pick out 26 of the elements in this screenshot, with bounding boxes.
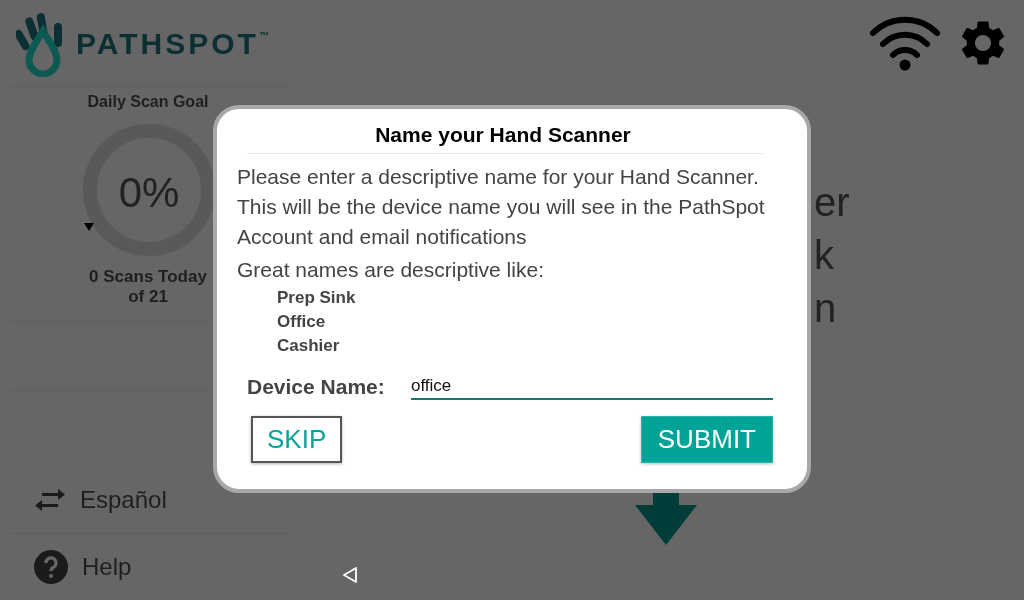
example-name: Office	[277, 311, 327, 333]
heading-fragment: k	[814, 232, 835, 279]
logo-wordmark: PATHSPOT	[76, 27, 259, 61]
examples-intro: Great names are descriptive like:	[237, 258, 545, 282]
swap-arrows-icon	[34, 489, 66, 511]
example-name: Prep Sink	[277, 287, 357, 309]
heading-fragment: n	[814, 285, 838, 332]
goal-percent: 0%	[117, 169, 181, 217]
skip-button[interactable]: SKIP	[251, 416, 343, 463]
menu-item[interactable]: Español	[0, 467, 290, 533]
submit-button[interactable]: SUBMIT	[640, 416, 773, 463]
down-arrow-icon	[635, 493, 697, 545]
trademark: ™	[258, 30, 269, 41]
field-label: Device Name:	[247, 375, 386, 399]
dialog-title: Name your Hand Scanner	[374, 123, 632, 147]
heading-fragment: er	[814, 179, 850, 226]
description: Please enter a descriptive name for your Hand Scanner. This will be the device name you will see in the PathSpot Account and email notifications	[237, 164, 766, 250]
back-icon[interactable]	[341, 566, 359, 584]
help-icon	[34, 550, 68, 584]
menu-item[interactable]: Help	[0, 534, 290, 600]
scans-goal: of 21	[127, 287, 168, 307]
caret-icon	[84, 223, 94, 231]
goal-title: Daily Scan Goal	[86, 93, 210, 111]
example-name: Cashier	[277, 335, 341, 357]
wifi-icon	[868, 14, 942, 72]
scans-today: 0 Scans Today	[88, 267, 207, 287]
